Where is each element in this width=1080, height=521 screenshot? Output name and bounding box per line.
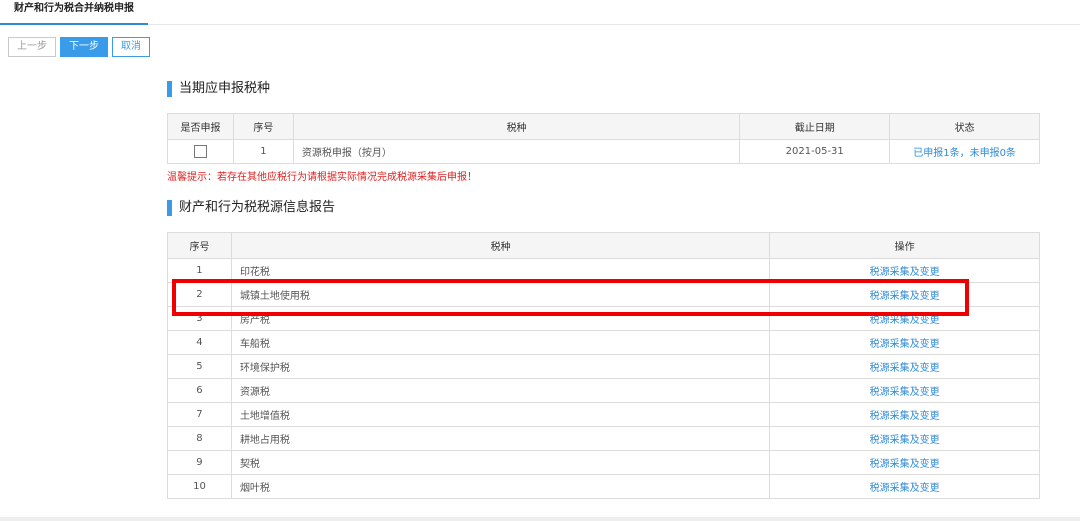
table-row: 4 车船税 税源采集及变更 [167, 330, 1040, 355]
source-change-link[interactable]: 税源采集及变更 [769, 426, 1040, 451]
current-taxes-table: 是否申报 序号 税种 截止日期 状态 1 资源税申报（按月） 2021-05-3… [167, 113, 1040, 164]
table-row: 9 契税 税源采集及变更 [167, 450, 1040, 475]
table-header-row: 序号 税种 操作 [167, 232, 1040, 259]
row-no: 10 [167, 474, 232, 499]
table-row: 7 土地增值税 税源采集及变更 [167, 402, 1040, 427]
wizard-toolbar: 上一步 下一步 取消 [8, 37, 150, 57]
row-tax: 车船税 [230, 330, 771, 355]
row-tax: 契税 [230, 450, 771, 475]
col-no: 序号 [167, 232, 232, 259]
table-row: 6 资源税 税源采集及变更 [167, 378, 1040, 403]
table-row: 10 烟叶税 税源采集及变更 [167, 474, 1040, 499]
warning-tip: 温馨提示：若存在其他应税行为请根据实际情况完成税源采集后申报！ [167, 172, 477, 183]
col-action: 操作 [769, 232, 1040, 259]
tax-source-table: 序号 税种 操作 1 印花税 税源采集及变更 2 城镇土地使用税 税源采集及变更 3 房产… [167, 232, 1040, 499]
row-no: 8 [167, 426, 232, 451]
tax-source-title: 财产和行为税税源信息报告 [167, 199, 335, 217]
source-change-link[interactable]: 税源采集及变更 [769, 354, 1040, 379]
col-no: 序号 [232, 113, 294, 140]
row-no: 4 [167, 330, 232, 355]
prev-step-button[interactable]: 上一步 [8, 37, 56, 57]
row-tax: 环境保护税 [230, 354, 771, 379]
row-tax: 烟叶税 [230, 474, 771, 499]
row-tax: 资源税 [230, 378, 771, 403]
col-tax: 税种 [230, 232, 771, 259]
next-step-button[interactable]: 下一步 [60, 37, 108, 57]
highlight-box-annotation [172, 279, 969, 316]
row-no: 6 [167, 378, 232, 403]
table-row: 1 资源税申报（按月） 2021-05-31 已申报1条，未申报0条 [167, 139, 1040, 164]
table-row: 8 耕地占用税 税源采集及变更 [167, 426, 1040, 451]
row-deadline: 2021-05-31 [739, 139, 891, 164]
source-change-link[interactable]: 税源采集及变更 [769, 330, 1040, 355]
source-change-link[interactable]: 税源采集及变更 [769, 402, 1040, 427]
row-tax: 资源税申报（按月） [292, 139, 741, 164]
table-row: 5 环境保护税 税源采集及变更 [167, 354, 1040, 379]
declare-cell [167, 139, 234, 164]
bottom-divider [0, 517, 1080, 521]
col-tax: 税种 [292, 113, 741, 140]
col-deadline: 截止日期 [739, 113, 891, 140]
row-no: 7 [167, 402, 232, 427]
source-change-link[interactable]: 税源采集及变更 [769, 378, 1040, 403]
row-no: 9 [167, 450, 232, 475]
table-header-row: 是否申报 序号 税种 截止日期 状态 [167, 113, 1040, 140]
row-no: 1 [232, 139, 294, 164]
top-tab-bar: 财产和行为税合并纳税申报 [0, 0, 1080, 25]
row-no: 5 [167, 354, 232, 379]
col-declare: 是否申报 [167, 113, 234, 140]
source-change-link[interactable]: 税源采集及变更 [769, 450, 1040, 475]
row-tax: 土地增值税 [230, 402, 771, 427]
col-status: 状态 [889, 113, 1040, 140]
tab-combined-declaration[interactable]: 财产和行为税合并纳税申报 [0, 0, 148, 25]
current-taxes-title: 当期应申报税种 [167, 80, 270, 98]
row-status-link[interactable]: 已申报1条，未申报0条 [889, 139, 1040, 164]
source-change-link[interactable]: 税源采集及变更 [769, 474, 1040, 499]
cancel-button[interactable]: 取消 [112, 37, 150, 57]
declare-checkbox[interactable] [193, 145, 207, 158]
row-tax: 耕地占用税 [230, 426, 771, 451]
